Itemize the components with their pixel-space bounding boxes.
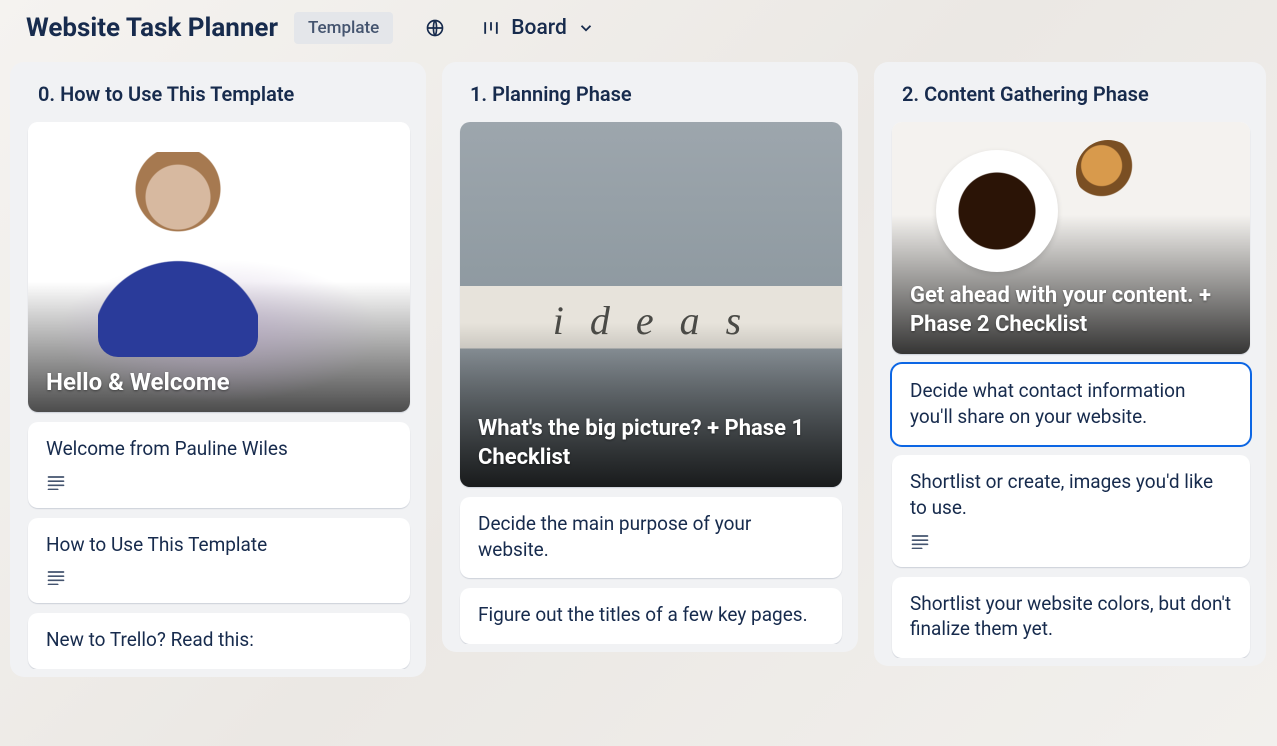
- board-header: Website Task Planner Template Board: [0, 0, 1277, 62]
- card-cover[interactable]: Hello & Welcome: [28, 122, 410, 412]
- card-text: Welcome from Pauline Wiles: [46, 436, 392, 462]
- card-text: Decide what contact information you'll s…: [910, 378, 1232, 429]
- card[interactable]: Figure out the titles of a few key pages…: [460, 588, 842, 644]
- card[interactable]: Decide the main purpose of your website.: [460, 497, 842, 578]
- card[interactable]: Shortlist your website colors, but don't…: [892, 577, 1250, 658]
- description-icon: [46, 569, 68, 587]
- list: 0. How to Use This Template Hello & Welc…: [10, 62, 426, 677]
- card[interactable]: Welcome from Pauline Wiles: [28, 422, 410, 508]
- card[interactable]: Decide what contact information you'll s…: [892, 364, 1250, 445]
- card-text: Decide the main purpose of your website.: [478, 511, 824, 562]
- list-cards[interactable]: Get ahead with your content. + Phase 2 C…: [882, 122, 1258, 658]
- list-cards[interactable]: ideas What's the big picture? + Phase 1 …: [450, 122, 850, 644]
- card-cover-title: What's the big picture? + Phase 1 Checkl…: [478, 414, 824, 473]
- board-canvas[interactable]: 0. How to Use This Template Hello & Welc…: [0, 62, 1277, 738]
- template-badge[interactable]: Template: [294, 12, 393, 44]
- card-text: Shortlist your website colors, but don't…: [910, 591, 1232, 642]
- view-switcher[interactable]: Board: [473, 12, 603, 44]
- card-cover-title: Hello & Welcome: [46, 366, 392, 398]
- card-cover[interactable]: Get ahead with your content. + Phase 2 C…: [892, 122, 1250, 354]
- card[interactable]: Shortlist or create, images you'd like t…: [892, 455, 1250, 566]
- card-cover-image: Hello & Welcome: [28, 122, 410, 412]
- card[interactable]: New to Trello? Read this:: [28, 613, 410, 669]
- card-cover[interactable]: ideas What's the big picture? + Phase 1 …: [460, 122, 842, 487]
- card-text: Shortlist or create, images you'd like t…: [910, 469, 1232, 520]
- globe-icon[interactable]: [419, 12, 451, 44]
- list-title[interactable]: 1. Planning Phase: [450, 76, 850, 122]
- list: 1. Planning Phase ideas What's the big p…: [442, 62, 858, 652]
- chevron-down-icon: [577, 19, 595, 37]
- board-title[interactable]: Website Task Planner: [26, 13, 278, 43]
- card-cover-image: Get ahead with your content. + Phase 2 C…: [892, 122, 1250, 354]
- description-icon: [910, 533, 932, 551]
- card-cover-title: Get ahead with your content. + Phase 2 C…: [910, 281, 1232, 340]
- card-text: Figure out the titles of a few key pages…: [478, 602, 824, 628]
- board-view-icon: [481, 18, 501, 38]
- list-cards[interactable]: Hello & Welcome Welcome from Pauline Wil…: [18, 122, 418, 669]
- card-cover-image: ideas What's the big picture? + Phase 1 …: [460, 122, 842, 487]
- list-title[interactable]: 0. How to Use This Template: [18, 76, 418, 122]
- view-label: Board: [511, 16, 567, 40]
- card-text: How to Use This Template: [46, 532, 392, 558]
- description-icon: [46, 474, 68, 492]
- card-text: New to Trello? Read this:: [46, 627, 392, 653]
- cover-ideas-word: ideas: [460, 297, 842, 344]
- card[interactable]: How to Use This Template: [28, 518, 410, 604]
- list-title[interactable]: 2. Content Gathering Phase: [882, 76, 1258, 122]
- list: 2. Content Gathering Phase Get ahead wit…: [874, 62, 1266, 666]
